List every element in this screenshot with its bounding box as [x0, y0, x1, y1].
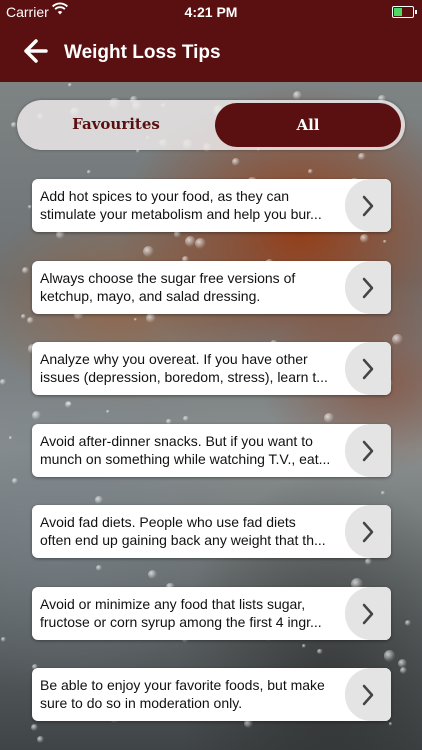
- raindrop: [26, 316, 34, 325]
- raindrop: [0, 379, 6, 385]
- raindrop: [307, 169, 313, 175]
- raindrop: [323, 413, 334, 424]
- tip-text: Always choose the sugar free versions of…: [40, 269, 348, 305]
- page-title: Weight Loss Tips: [64, 42, 221, 63]
- chevron-right-icon[interactable]: [345, 260, 391, 314]
- raindrop: [64, 400, 72, 408]
- chevron-right-icon[interactable]: [345, 342, 391, 395]
- tip-card[interactable]: Be able to enjoy your favorite foods, bu…: [32, 668, 391, 721]
- back-arrow-icon[interactable]: [24, 36, 48, 72]
- tip-text-line: sure to do so in moderation only.: [40, 695, 243, 711]
- tip-card[interactable]: Analyze why you overeat. If you have oth…: [32, 342, 391, 395]
- raindrop: [21, 266, 29, 274]
- raindrop: [292, 90, 302, 100]
- raindrop: [147, 570, 157, 580]
- tip-text-line: Analyze why you overeat. If you have oth…: [40, 351, 308, 367]
- tip-card[interactable]: Add hot spices to your food, as they can…: [32, 179, 391, 232]
- raindrop: [12, 478, 18, 484]
- raindrop: [358, 152, 366, 160]
- tip-text-line: Avoid or minimize any food that lists su…: [40, 595, 306, 612]
- status-time: 4:21 PM: [184, 4, 238, 20]
- tip-text-line: stimulate your metabolism and help you b…: [40, 206, 322, 222]
- tab-all[interactable]: All: [215, 103, 401, 147]
- chevron-right-icon[interactable]: [345, 423, 391, 477]
- tip-text-line: Add hot spices to your food, as they can: [40, 188, 290, 204]
- raindrop: [232, 158, 240, 166]
- raindrop: [365, 558, 373, 566]
- raindrop: [8, 436, 13, 441]
- tip-text-line: munch on something while watching T.V., …: [40, 450, 331, 467]
- raindrop: [194, 237, 206, 249]
- raindrop: [404, 619, 411, 626]
- navigation-bar: Weight Loss Tips: [0, 24, 422, 82]
- tip-text: Analyze why you overeat. If you have oth…: [40, 350, 348, 386]
- tip-text-line: Avoid fad diets. People who use fad diet…: [40, 514, 296, 530]
- raindrop: [21, 314, 27, 320]
- tip-text-line: issues (depression, boredom, stress), le…: [40, 369, 328, 385]
- status-bar: Carrier 4:21 PM: [0, 0, 422, 24]
- tip-text-line: Be able to enjoy your favorite foods, bu…: [40, 677, 325, 693]
- raindrop: [383, 239, 388, 244]
- raindrop: [392, 334, 404, 346]
- tip-text-line: ketchup, mayo, and salad dressing.: [40, 287, 261, 304]
- raindrop: [1, 637, 6, 642]
- raindrop: [31, 724, 39, 731]
- tab-favourites[interactable]: Favourites: [17, 100, 215, 150]
- raindrop: [397, 659, 407, 669]
- tip-text: Add hot spices to your food, as they can…: [40, 187, 348, 223]
- tip-card[interactable]: Avoid fad diets. People who use fad diet…: [32, 505, 391, 558]
- raindrop: [383, 649, 396, 662]
- raindrop: [133, 317, 138, 322]
- tip-text-line: fructose or corn syrup among the first 4…: [40, 613, 322, 630]
- tip-text: Avoid after-dinner snacks. But if you wa…: [40, 432, 348, 468]
- chevron-right-icon[interactable]: [345, 179, 391, 232]
- raindrop: [87, 170, 91, 175]
- raindrop: [388, 722, 393, 726]
- chevron-right-icon[interactable]: [345, 505, 391, 558]
- raindrop: [317, 648, 323, 654]
- raindrop: [95, 496, 103, 504]
- tip-text: Avoid fad diets. People who use fad diet…: [40, 513, 348, 549]
- raindrop: [145, 313, 156, 323]
- raindrop: [380, 490, 386, 496]
- tip-card[interactable]: Always choose the sugar free versions of…: [32, 260, 391, 314]
- chevron-right-icon[interactable]: [345, 586, 391, 640]
- raindrop: [37, 735, 44, 743]
- raindrop: [301, 643, 306, 648]
- raindrop: [142, 245, 154, 257]
- battery-icon: [392, 6, 417, 18]
- tip-text: Be able to enjoy your favorite foods, bu…: [40, 676, 348, 712]
- segmented-control: Favourites All: [17, 100, 405, 150]
- raindrop: [360, 233, 369, 243]
- raindrop: [183, 416, 189, 422]
- tip-text-line: often end up gaining back any weight tha…: [40, 532, 326, 548]
- tip-card[interactable]: Avoid or minimize any food that lists su…: [32, 586, 391, 640]
- raindrop: [95, 565, 103, 572]
- tip-text: Avoid or minimize any food that lists su…: [40, 595, 348, 631]
- tip-card[interactable]: Avoid after-dinner snacks. But if you wa…: [32, 423, 391, 477]
- raindrop: [106, 409, 110, 414]
- raindrop: [68, 82, 73, 87]
- chevron-right-icon[interactable]: [345, 668, 391, 721]
- tip-text-line: Avoid after-dinner snacks. But if you wa…: [40, 432, 313, 449]
- tip-text-line: Always choose the sugar free versions of: [40, 269, 296, 286]
- raindrop: [31, 411, 41, 420]
